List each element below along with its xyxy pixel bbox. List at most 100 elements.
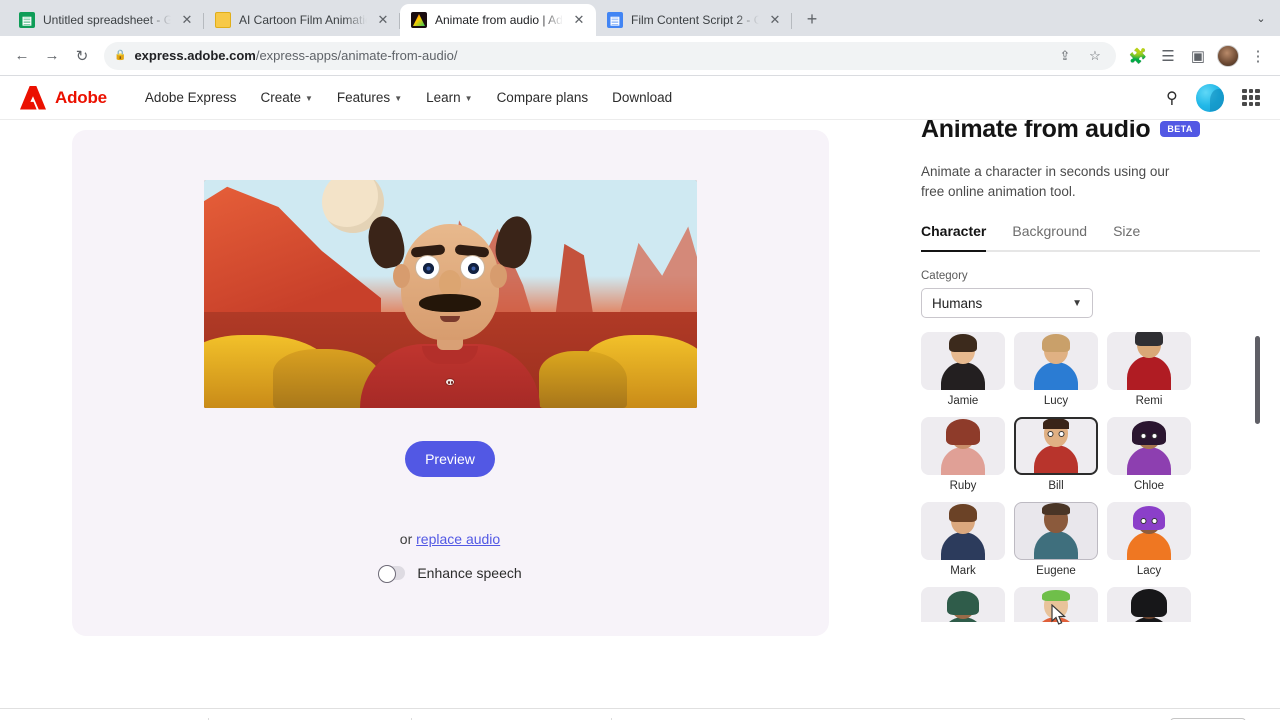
- nav-item-download[interactable]: Download: [612, 90, 672, 105]
- folder-icon: [215, 12, 231, 28]
- star-icon[interactable]: ☆: [1084, 48, 1106, 64]
- preview-button[interactable]: Preview: [405, 441, 495, 477]
- character-thumbnail: [1107, 587, 1191, 623]
- character-thumbnail: [921, 587, 1005, 623]
- nav-item-features[interactable]: Features ▼: [337, 90, 402, 105]
- character-name: Mark: [950, 565, 976, 578]
- character-cell-jamie[interactable]: Jamie: [921, 332, 1005, 407]
- enhance-speech-row: Enhance speech: [378, 565, 522, 583]
- character-name: Jamie: [947, 395, 979, 408]
- download-item-2[interactable]: Max3_AdobeEx....mp4 ︿: [209, 716, 413, 720]
- status-badge: BETA: [1160, 121, 1200, 137]
- bush-shape: [538, 351, 628, 408]
- character-cell-chloe[interactable]: Chloe: [1107, 417, 1191, 492]
- animated-character: [355, 180, 545, 408]
- browser-tab-4[interactable]: Film Content Script 2 - Google ✕: [596, 4, 792, 36]
- character-name: Ruby: [949, 480, 977, 493]
- nav-item-learn[interactable]: Learn ▼: [426, 90, 472, 105]
- new-tab-button[interactable]: +: [798, 5, 826, 33]
- tab-close-icon[interactable]: ✕: [571, 12, 587, 28]
- download-item-3[interactable]: Zoe2_AdobeEx....mp4 ︿: [412, 716, 613, 720]
- sidepanel-icon[interactable]: ▣: [1184, 42, 1212, 70]
- extensions-icon[interactable]: 🧩: [1124, 42, 1152, 70]
- window-minimize-button[interactable]: ⌄: [1248, 6, 1274, 30]
- adobe-logo[interactable]: Adobe: [20, 85, 107, 110]
- window-controls: ⌄: [1248, 6, 1274, 30]
- character-name: Remi: [1135, 395, 1163, 408]
- character-name: Bill: [1048, 480, 1064, 493]
- reload-icon[interactable]: ↻: [68, 42, 96, 70]
- replace-audio-link[interactable]: replace audio: [416, 531, 500, 547]
- character-grid-container: Jamie Lucy Remi Ruby Bill Chloe Mark Eug…: [921, 332, 1260, 623]
- replace-audio-row: or replace audio: [400, 531, 500, 547]
- category-select[interactable]: Humans ▼: [921, 288, 1093, 319]
- nav-item-adobe-express[interactable]: Adobe Express: [145, 90, 237, 105]
- character-thumbnail: [1014, 502, 1098, 561]
- address-bar[interactable]: 🔒 express.adobe.com/express-apps/animate…: [104, 41, 1116, 70]
- main-nav: Adobe Express Create ▼ Features ▼ Learn ▼ C…: [145, 90, 1166, 105]
- lock-icon: 🔒: [114, 50, 127, 61]
- character-cell-eugene[interactable]: Eugene: [1014, 502, 1098, 577]
- character-cell-row4-a[interactable]: [921, 587, 1005, 623]
- tab-character[interactable]: Character: [921, 223, 987, 253]
- enhance-speech-toggle[interactable]: [378, 565, 406, 583]
- chevron-down-icon: ▼: [304, 94, 313, 103]
- character-grid-scrollbar[interactable]: [1255, 336, 1260, 425]
- nav-item-compare-plans[interactable]: Compare plans: [497, 90, 589, 105]
- tab-close-icon[interactable]: ✕: [767, 12, 783, 28]
- nav-label: Create: [260, 90, 301, 105]
- tab-title: AI Cartoon Film Animation - Go: [239, 13, 367, 27]
- tab-background[interactable]: Background: [1012, 223, 1087, 250]
- browser-tabstrip-bar: Untitled spreadsheet - Google ✕ AI Carto…: [0, 0, 1280, 36]
- back-icon[interactable]: ←: [8, 42, 36, 70]
- character-name: Lucy: [1043, 395, 1069, 408]
- download-item-1[interactable]: Alex2_AdobeEx....mp4 ︿: [6, 716, 210, 720]
- video-preview[interactable]: [203, 180, 697, 408]
- nav-item-create[interactable]: Create ▼: [260, 90, 312, 105]
- character-name: Lacy: [1136, 565, 1162, 578]
- browser-toolbar: ← → ↻ 🔒 express.adobe.com/express-apps/a…: [0, 36, 1280, 76]
- character-name: Eugene: [1036, 565, 1076, 578]
- tab-close-icon[interactable]: ✕: [375, 12, 391, 28]
- nav-label: Compare plans: [496, 90, 589, 105]
- menu-icon[interactable]: ⋮: [1244, 42, 1272, 70]
- reading-list-icon[interactable]: ☰: [1154, 42, 1182, 70]
- url-text: express.adobe.com/express-apps/animate-f…: [134, 48, 1046, 63]
- browser-tab-3-active[interactable]: Animate from audio | Adobe Ex ✕: [400, 4, 596, 36]
- character-cell-ruby[interactable]: Ruby: [921, 417, 1005, 492]
- nav-label: Adobe Express: [144, 90, 237, 105]
- character-cell-row4-b[interactable]: [1014, 587, 1098, 623]
- user-avatar[interactable]: [1196, 83, 1224, 112]
- tab-size[interactable]: Size: [1113, 223, 1140, 250]
- tab-close-icon[interactable]: ✕: [179, 12, 195, 28]
- character-cell-bill[interactable]: Bill: [1014, 417, 1098, 492]
- category-value: Humans: [932, 295, 983, 311]
- url-path: /express-apps/animate-from-audio/: [255, 48, 458, 63]
- adobe-brand-text: Adobe: [55, 87, 107, 107]
- character-thumbnail: [921, 332, 1005, 391]
- canvas-card: Preview or replace audio Enhance speech: [71, 130, 829, 636]
- downloads-bar: Alex2_AdobeEx....mp4 ︿ Max3_AdobeEx....m…: [0, 708, 1280, 720]
- panel-tabs: Character Background Size: [921, 223, 1260, 253]
- shirt-button: [445, 378, 455, 386]
- share-icon[interactable]: ⇪: [1054, 48, 1076, 64]
- nav-label: Download: [612, 90, 673, 105]
- replace-prefix: or: [399, 531, 417, 547]
- character-cell-lucy[interactable]: Lucy: [1014, 332, 1098, 407]
- browser-tab-2[interactable]: AI Cartoon Film Animation - Go ✕: [204, 4, 400, 36]
- browser-tab-1[interactable]: Untitled spreadsheet - Google ✕: [8, 4, 204, 36]
- character-thumbnail: [1014, 587, 1098, 623]
- app-grid-icon[interactable]: [1242, 88, 1260, 107]
- character-cell-row4-c[interactable]: [1107, 587, 1191, 623]
- profile-avatar[interactable]: [1214, 42, 1242, 70]
- docs-icon: [607, 12, 623, 28]
- search-icon[interactable]: ⚲: [1166, 88, 1178, 108]
- character-cell-remi[interactable]: Remi: [1107, 332, 1191, 407]
- category-label: Category: [921, 270, 968, 283]
- character-cell-lacy[interactable]: Lacy: [1107, 502, 1191, 577]
- character-cell-mark[interactable]: Mark: [921, 502, 1005, 577]
- chevron-down-icon: ▼: [1072, 297, 1082, 309]
- adobe-logo-icon: [20, 85, 46, 110]
- forward-icon[interactable]: →: [38, 42, 66, 70]
- tab-title: Untitled spreadsheet - Google: [43, 13, 171, 27]
